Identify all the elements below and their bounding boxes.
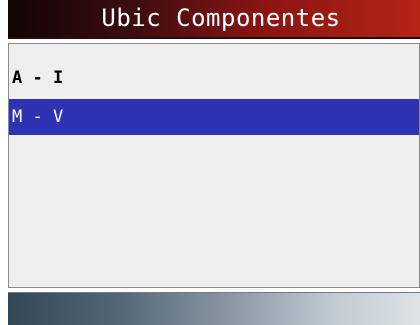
title-bar: Ubic Componentes xyxy=(8,0,420,39)
footer-bar xyxy=(8,292,420,325)
menu-list: A - I M - V xyxy=(8,43,420,288)
scan-tool-screen: Ubic Componentes A - I M - V xyxy=(8,0,420,325)
menu-item-m-v-selected[interactable]: M - V xyxy=(9,99,419,135)
menu-item-a-i[interactable]: A - I xyxy=(9,60,419,96)
screen-title: Ubic Componentes xyxy=(101,4,341,32)
